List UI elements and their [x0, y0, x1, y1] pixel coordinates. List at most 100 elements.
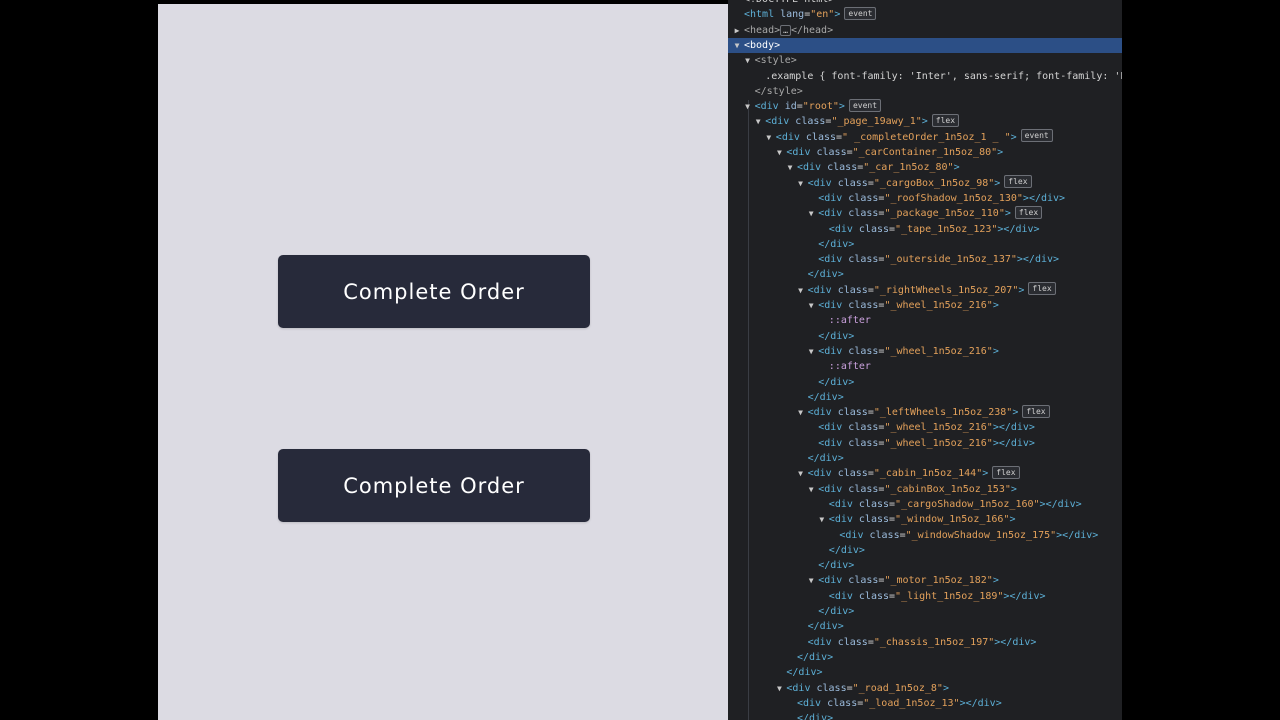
flex-badge[interactable]: flex	[1028, 282, 1056, 296]
dom-node[interactable]: ▼ <div class="_cabin_1n5oz_144"> flex	[728, 465, 1122, 481]
dom-node[interactable]: <div class="_roofShadow_1n5oz_130"></div…	[728, 191, 1122, 206]
expand-triangle-down-icon[interactable]: ▼	[806, 573, 816, 588]
expand-triangle-down-icon[interactable]: ▼	[743, 99, 753, 114]
dom-node[interactable]: ▼ <style>	[728, 53, 1122, 68]
markup-val: "_windowShadow_1n5oz_175"	[905, 529, 1057, 541]
dom-node[interactable]: ▼ <div class="_leftWheels_1n5oz_238"> flex	[728, 404, 1122, 420]
dom-node[interactable]: </div>	[728, 604, 1122, 619]
markup-attr: class	[837, 284, 868, 296]
dom-node[interactable]: ▼ <div class="_rightWheels_1n5oz_207"> fle…	[728, 282, 1122, 298]
dom-node[interactable]: </div>	[728, 390, 1122, 405]
dom-node-markup: ::after	[829, 359, 871, 374]
markup-val: "_wheel_1n5oz_216"	[884, 422, 993, 434]
dom-node[interactable]: </div>	[728, 267, 1122, 282]
dom-node[interactable]: ▼ <div class="_cargoBox_1n5oz_98"> flex	[728, 175, 1122, 191]
dom-node[interactable]: ▼ <div class="_carContainer_1n5oz_80">	[728, 145, 1122, 160]
dom-node[interactable]: </div>	[728, 711, 1122, 720]
expand-triangle-down-icon[interactable]: ▼	[796, 466, 806, 481]
flex-badge[interactable]: flex	[1004, 175, 1032, 189]
markup-attr: class	[858, 514, 890, 526]
dom-node[interactable]: </div>	[728, 543, 1122, 558]
dom-node[interactable]: </style>	[728, 84, 1122, 99]
dom-node-markup: <div class="_wheel_1n5oz_216"></div>	[818, 420, 1035, 435]
dom-node[interactable]: ▼ <div class="_road_1n5oz_8">	[728, 681, 1122, 696]
event-badge[interactable]: event	[1020, 129, 1053, 143]
dom-node[interactable]: <div class="_wheel_1n5oz_216"></div>	[728, 420, 1122, 435]
markup-tag: <div	[786, 147, 817, 158]
dom-node[interactable]: ::after	[728, 359, 1122, 374]
dom-node[interactable]: <div class="_light_1n5oz_189"></div>	[728, 589, 1122, 604]
event-badge[interactable]: event	[844, 6, 877, 20]
dom-node[interactable]: <div class="_tape_1n5oz_123"></div>	[728, 222, 1122, 237]
flex-badge[interactable]: flex	[1022, 404, 1050, 418]
dom-node[interactable]: </div>	[728, 237, 1122, 252]
dom-node[interactable]: ▼ <div class="_wheel_1n5oz_216">	[728, 298, 1122, 313]
markup-val: "_wheel_1n5oz_216"	[884, 345, 993, 357]
dom-node-selected[interactable]: ▼ <body>	[728, 37, 1122, 53]
markup-tag: </div>	[818, 376, 855, 388]
dom-node[interactable]: </div>	[728, 375, 1122, 390]
dom-node[interactable]: ::after	[728, 313, 1122, 328]
dom-node[interactable]: ▶ <head>… </head>	[728, 23, 1122, 38]
expand-triangle-down-icon[interactable]: ▼	[785, 160, 795, 175]
markup-attr: class	[837, 407, 868, 419]
dom-node-markup: .example { font-family: 'Inter', sans-se…	[765, 69, 1122, 84]
expand-triangle-down-icon[interactable]: ▼	[806, 298, 816, 313]
dom-node[interactable]: <html lang="en"> event	[728, 6, 1122, 22]
markup-tag: </div>	[786, 667, 823, 679]
dom-node[interactable]: <div class="_load_1n5oz_13"></div>	[728, 696, 1122, 711]
expand-triangle-down-icon[interactable]: ▼	[796, 405, 806, 420]
flex-badge[interactable]: flex	[931, 113, 960, 127]
expand-triangle-down-icon[interactable]: ▼	[817, 512, 827, 527]
expand-triangle-down-icon[interactable]: ▼	[806, 482, 816, 497]
markup-attr: class	[858, 223, 890, 235]
dom-node[interactable]: </div>	[728, 650, 1122, 665]
expand-triangle-down-icon[interactable]: ▼	[743, 53, 753, 68]
expand-triangle-down-icon[interactable]: ▼	[732, 38, 742, 53]
dom-node[interactable]: ▼ <div class="_package_1n5oz_110"> flex	[728, 205, 1122, 221]
dom-node[interactable]: ▼ <div class="_car_1n5oz_80">	[728, 160, 1122, 175]
dom-node[interactable]: ▼ <div class="_page_19awy_1"> flex	[728, 113, 1122, 129]
expand-triangle-down-icon[interactable]: ▼	[806, 206, 816, 221]
flex-badge[interactable]: flex	[992, 465, 1020, 479]
dom-node[interactable]: <div class="_outerside_1n5oz_137"></div>	[728, 252, 1122, 267]
dom-node[interactable]: </div>	[728, 619, 1122, 634]
complete-order-button[interactable]: Complete Order	[278, 449, 590, 522]
dom-node[interactable]: ▼ <div class="_window_1n5oz_166">	[728, 512, 1122, 527]
expand-triangle-down-icon[interactable]: ▼	[796, 176, 806, 191]
dom-node[interactable]: ▼ <div id="root"> event	[728, 98, 1122, 114]
dom-node[interactable]: </div>	[728, 665, 1122, 680]
markup-tag: >	[953, 162, 960, 174]
markup-attr: class	[816, 682, 847, 694]
markup-val: "_package_1n5oz_110"	[884, 208, 1005, 220]
collapsed-content-ellipsis[interactable]: …	[780, 24, 791, 36]
markup-tag: <div	[828, 498, 859, 510]
dom-node[interactable]: <!DOCTYPE html>	[728, 0, 1122, 7]
expand-triangle-down-icon[interactable]: ▼	[764, 130, 774, 145]
expand-triangle-down-icon[interactable]: ▼	[796, 283, 806, 298]
dom-node[interactable]: ▼ <div class="_cabinBox_1n5oz_153">	[728, 482, 1122, 497]
flex-badge[interactable]: flex	[1014, 205, 1043, 219]
markup-tag: <html	[744, 9, 781, 21]
dom-node[interactable]: <div class="_cargoShadow_1n5oz_160"></di…	[728, 497, 1122, 512]
dom-node[interactable]: .example { font-family: 'Inter', sans-se…	[728, 69, 1122, 84]
event-badge[interactable]: event	[848, 98, 882, 112]
expand-triangle-down-icon[interactable]: ▼	[774, 681, 784, 696]
markup-tag: <div	[807, 407, 838, 419]
dom-node[interactable]: ▼ <div class=" _completeOrder_1n5oz_1 _ "…	[728, 129, 1122, 145]
expand-triangle-right-icon[interactable]: ▶	[732, 23, 742, 38]
dom-node[interactable]: ▼ <div class="_wheel_1n5oz_216">	[728, 344, 1122, 359]
dom-node[interactable]: </div>	[728, 558, 1122, 573]
complete-order-button[interactable]: Complete Order	[278, 255, 590, 328]
expand-triangle-down-icon[interactable]: ▼	[806, 344, 816, 359]
dom-node[interactable]: ▼ <div class="_motor_1n5oz_182">	[728, 573, 1122, 588]
dom-node[interactable]: </div>	[728, 451, 1122, 466]
markup-tag: </div>	[797, 713, 834, 720]
dom-node[interactable]: <div class="_windowShadow_1n5oz_175"></d…	[728, 528, 1122, 543]
expand-triangle-down-icon[interactable]: ▼	[753, 114, 763, 129]
expand-triangle-down-icon[interactable]: ▼	[774, 145, 784, 160]
dom-node[interactable]: <div class="_chassis_1n5oz_197"></div>	[728, 635, 1122, 650]
dom-node[interactable]: <div class="_wheel_1n5oz_216"></div>	[728, 436, 1122, 451]
dom-node[interactable]: </div>	[728, 329, 1122, 344]
markup-val: "_wheel_1n5oz_216"	[884, 300, 993, 311]
